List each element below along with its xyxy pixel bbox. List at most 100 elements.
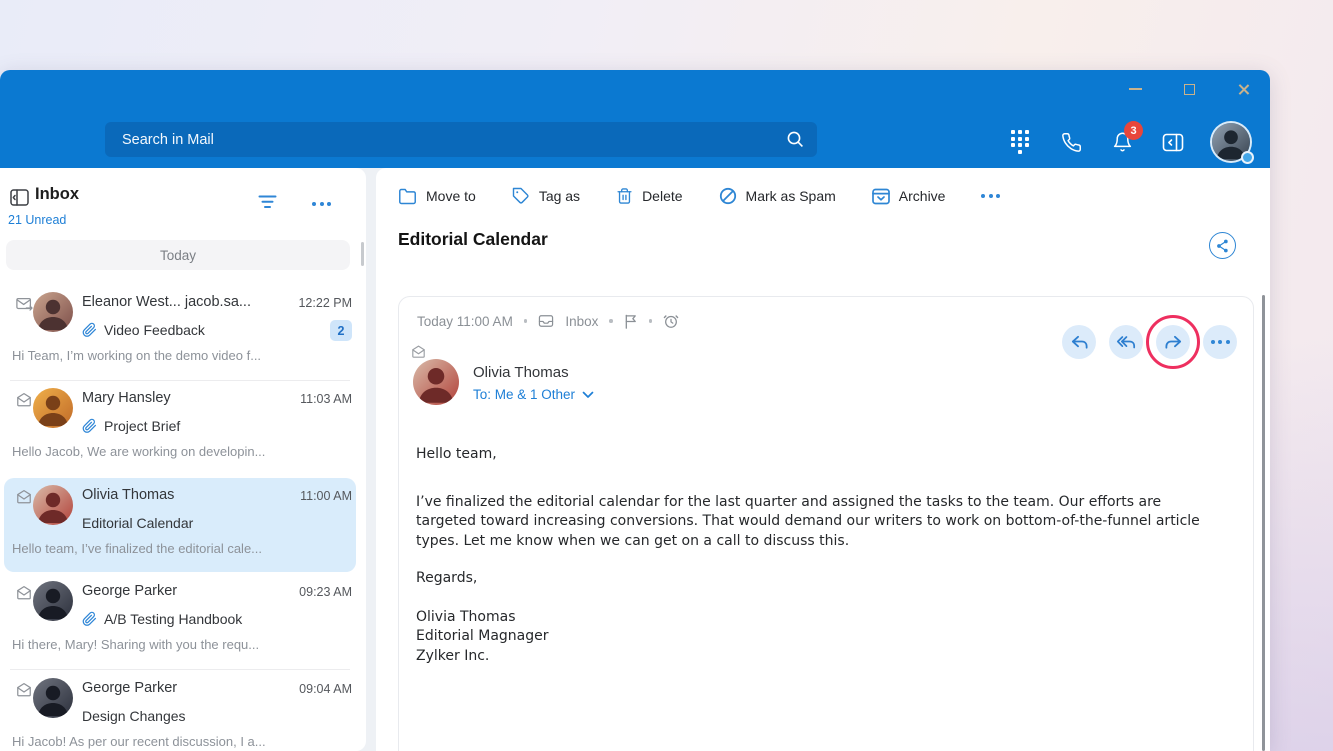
read-envelope-icon [16,489,32,504]
mail-preview: Hi Team, I’m working on the demo video f… [12,348,262,363]
mail-time: 09:04 AM [299,682,352,696]
mail-time: 09:23 AM [299,585,352,599]
mail-time: 11:03 AM [300,392,352,406]
sender-name: Olivia Thomas [473,364,569,381]
recipients-label: To: Me & 1 Other [473,387,576,402]
unread-count[interactable]: 21 Unread [8,213,66,227]
sender-avatar [33,292,73,332]
mail-list-panel: Inbox 21 Unread Today Eleanor West... ja… [0,168,366,751]
sender-name: Olivia Thomas [82,487,175,503]
mail-time: 11:00 AM [300,489,352,503]
delete-button[interactable]: Delete [616,187,683,205]
minimize-button[interactable] [1124,81,1146,97]
delete-label: Delete [642,188,683,204]
mail-list-item[interactable]: George Parker 09:23 AM A/B Testing Handb… [0,574,366,670]
mail-title: Editorial Calendar [398,229,548,249]
mail-subject: Project Brief [104,418,181,434]
thread-count-badge: 2 [330,320,352,341]
search-icon[interactable] [786,130,804,148]
close-button[interactable] [1232,81,1254,97]
mark-as-spam-label: Mark as Spam [745,188,836,204]
divider [609,319,613,323]
mail-card: Today 11:00 AM Inbox Olivia Thomas To: M… [398,296,1254,751]
archive-label: Archive [898,188,946,204]
sender-name: George Parker [82,680,178,696]
mail-preview: Hello team, I’ve finalized the editorial… [12,541,263,556]
reading-pane-scrollbar[interactable] [1262,295,1265,751]
divider [648,319,653,323]
inbox-icon [539,315,554,327]
reading-pane: Move to Tag as Delete Mark as Spam Archi… [376,168,1270,751]
mail-datetime: Today 11:00 AM [417,313,513,329]
read-envelope-icon [411,345,426,358]
mail-preview: Hi Jacob! As per our recent discussion, … [12,734,266,749]
mail-actions [1062,315,1237,369]
signature-name: Olivia Thomas [416,608,516,625]
body-closing: Regards, [416,570,478,586]
filter-icon[interactable] [258,195,277,209]
mail-folder[interactable]: Inbox [565,314,598,329]
reply-all-icon[interactable] [1109,325,1143,359]
flag-icon[interactable] [624,314,638,329]
folder-title: Inbox [35,185,79,203]
sender-avatar [33,485,73,525]
collapse-list-icon[interactable] [10,189,29,206]
mail-list-item-selected[interactable]: Olivia Thomas 11:00 AM Editorial Calenda… [0,478,366,574]
share-icon[interactable] [1209,232,1236,259]
sender-avatar[interactable] [413,359,459,405]
mail-preview: Hi there, Mary! Sharing with you the req… [12,637,260,652]
list-scrollbar[interactable] [361,242,364,266]
replied-envelope-icon [16,296,34,312]
chevron-down-icon [582,391,594,398]
move-to-button[interactable]: Move to [398,188,476,205]
mail-meta: Today 11:00 AM Inbox [417,313,679,329]
mail-list-item[interactable]: Eleanor West... jacob.sa... 12:22 PM Vid… [0,285,366,381]
attachment-icon [82,322,97,338]
mail-list-item[interactable]: Mary Hansley 11:03 AM Project Brief Hell… [0,381,366,477]
sender-avatar [33,388,73,428]
read-envelope-icon [16,585,32,600]
mail-time: 12:22 PM [298,296,352,310]
sender-avatar [33,678,73,718]
divider [523,319,528,323]
reply-icon[interactable] [1062,325,1096,359]
toolbar-more-icon[interactable] [981,194,1001,198]
mail-body: Hello team, I’ve finalized the editorial… [416,445,1223,666]
collapse-panel-icon[interactable] [1161,130,1185,154]
body-greeting: Hello team, [416,446,497,462]
forward-icon[interactable] [1146,315,1200,369]
date-group-header: Today [6,240,350,270]
body-paragraph: I’ve finalized the editorial calendar fo… [416,493,1200,549]
signature-role: Editorial Magnager [416,628,549,644]
tag-as-button[interactable]: Tag as [512,187,580,205]
mark-as-spam-button[interactable]: Mark as Spam [719,187,836,205]
online-status-dot [1241,151,1254,164]
search-input[interactable] [105,122,817,157]
phone-icon[interactable] [1059,130,1083,154]
snooze-clock-icon[interactable] [663,313,679,329]
sender-avatar [33,581,73,621]
signature-company: Zylker Inc. [416,647,490,664]
notification-badge: 3 [1124,121,1143,140]
read-envelope-icon [16,682,32,697]
list-more-icon[interactable] [312,202,331,206]
mail-subject: Editorial Calendar [82,515,194,531]
app-window: 3 Inbox 21 Unread [0,70,1270,751]
mail-subject: Video Feedback [104,322,205,338]
sender-name: Mary Hansley [82,390,171,406]
sender-name: Eleanor West... jacob.sa... [82,294,251,310]
maximize-button[interactable] [1178,81,1200,97]
bell-icon[interactable]: 3 [1110,121,1143,154]
divider [10,380,350,381]
recipients-toggle[interactable]: To: Me & 1 Other [473,387,594,402]
mail-list-item[interactable]: George Parker 09:04 AM Design Changes Hi… [0,671,366,751]
window-controls [1124,81,1254,97]
archive-button[interactable]: Archive [871,188,946,205]
move-to-label: Move to [426,188,476,204]
search-bar [105,122,817,157]
more-actions-icon[interactable] [1203,325,1237,359]
apps-grid-icon[interactable] [1008,130,1032,154]
tag-as-label: Tag as [538,188,581,204]
attachment-icon [82,611,97,627]
mail-toolbar: Move to Tag as Delete Mark as Spam Archi… [398,187,1001,205]
